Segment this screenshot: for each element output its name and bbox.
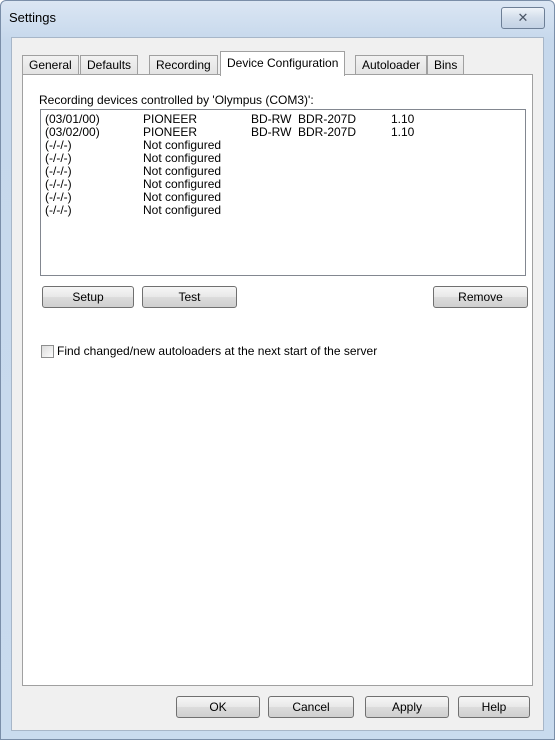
test-button[interactable]: Test (142, 286, 237, 308)
help-button[interactable]: Help (458, 696, 530, 718)
remove-button[interactable]: Remove (433, 286, 528, 308)
device-type: BD-RW (251, 125, 292, 139)
settings-window: Settings ✕ General Defaults Recording De… (0, 0, 555, 740)
close-icon: ✕ (517, 10, 529, 25)
tab-autoloader[interactable]: Autoloader (355, 55, 428, 74)
close-button[interactable]: ✕ (501, 7, 545, 29)
dialog-client-area: General Defaults Recording Device Config… (11, 37, 544, 731)
tab-bins[interactable]: Bins (427, 55, 465, 74)
tab-recording[interactable]: Recording (149, 55, 218, 74)
setup-button[interactable]: Setup (42, 286, 134, 308)
device-id: (-/-/-) (45, 203, 72, 217)
cancel-button[interactable]: Cancel (268, 696, 354, 718)
tab-defaults[interactable]: Defaults (80, 55, 139, 74)
find-autoloaders-checkbox[interactable] (41, 345, 54, 358)
apply-button[interactable]: Apply (365, 696, 449, 718)
title-bar[interactable]: Settings ✕ (1, 1, 554, 37)
find-autoloaders-label: Find changed/new autoloaders at the next… (57, 344, 378, 358)
device-configuration-panel: Recording devices controlled by 'Olympus… (22, 74, 533, 686)
devices-list-label: Recording devices controlled by 'Olympus… (39, 93, 314, 107)
device-vendor: Not configured (143, 203, 222, 217)
ok-button[interactable]: OK (176, 696, 260, 718)
window-title: Settings (9, 10, 56, 25)
recording-devices-list[interactable]: (03/01/00) PIONEER BD-RW BDR-207D 1.10 (… (40, 109, 526, 276)
device-version: 1.10 (391, 125, 415, 139)
tab-device-configuration[interactable]: Device Configuration (220, 51, 346, 76)
device-model: BDR-207D (298, 125, 357, 139)
tab-general[interactable]: General (22, 55, 79, 74)
